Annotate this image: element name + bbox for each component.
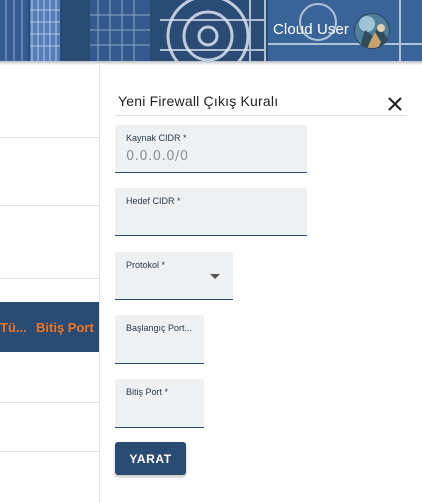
source-cidr-input[interactable]: 0.0.0.0/0: [126, 149, 189, 164]
column-header-end-port[interactable]: Bitiş Port: [36, 320, 94, 335]
destination-cidr-field[interactable]: Hedef CIDR *: [115, 188, 307, 236]
column-header-type[interactable]: Tü...: [0, 320, 27, 335]
table-row-divider: [0, 137, 99, 138]
end-port-label: Bitiş Port *: [126, 387, 169, 397]
close-icon: [388, 97, 402, 111]
start-port-label: Başlangıç Port...: [126, 323, 193, 333]
destination-cidr-label: Hedef CIDR *: [126, 196, 181, 206]
background-table: [0, 65, 100, 503]
table-row-divider: [0, 205, 99, 206]
panel-title: Yeni Firewall Çıkış Kuralı: [118, 93, 279, 109]
table-row-divider: [0, 278, 99, 279]
protocol-select[interactable]: Protokol *: [115, 252, 233, 300]
user-name[interactable]: Cloud User: [273, 21, 349, 38]
table-row-divider: [0, 451, 99, 452]
protocol-label: Protokol *: [126, 260, 166, 270]
panel-divider: [99, 65, 100, 503]
header-banner: Cloud User: [0, 0, 422, 61]
panel-title-divider: [115, 115, 407, 116]
app-root: Cloud User Tü... Bitiş Port Yeni Firewal…: [0, 0, 422, 503]
chevron-down-icon[interactable]: [210, 274, 220, 279]
create-button[interactable]: YARAT: [115, 442, 186, 475]
source-cidr-field[interactable]: Kaynak CIDR * 0.0.0.0/0: [115, 125, 307, 173]
user-avatar[interactable]: [354, 13, 390, 49]
close-button[interactable]: [386, 95, 404, 113]
start-port-field[interactable]: Başlangıç Port...: [115, 315, 204, 364]
end-port-field[interactable]: Bitiş Port *: [115, 379, 204, 428]
table-row-divider: [0, 402, 99, 403]
source-cidr-label: Kaynak CIDR *: [126, 133, 187, 143]
